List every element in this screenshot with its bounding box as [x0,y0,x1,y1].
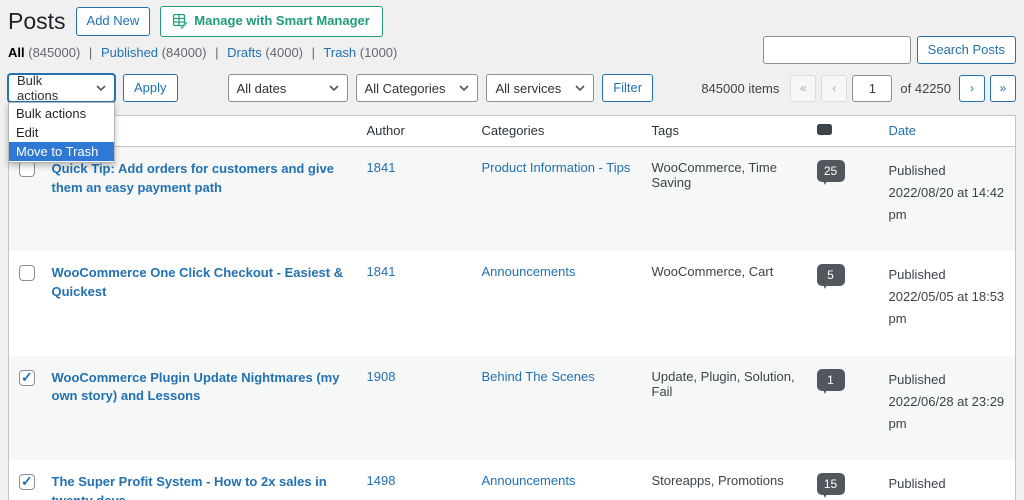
bulk-actions-select[interactable]: Bulk actions Bulk actions Edit Move to T… [8,73,115,163]
post-date: 2022/08/20 at 14:42 pm [888,185,1005,223]
row-checkbox[interactable] [19,265,35,282]
post-status: Published [888,371,946,387]
table-row: WooCommerce Plugin Update Nightmares (my… [8,355,1016,460]
next-page-button[interactable]: › [959,74,985,102]
post-status: Published [888,163,946,178]
post-author-link[interactable]: 1841 [367,264,396,279]
chevron-down-icon [575,85,585,91]
post-date: 2022/05/05 at 18:53 pm [888,289,1005,327]
view-filter-trash[interactable]: Trash (1000) [323,45,397,60]
post-status: Published [888,267,946,283]
column-header-categories: Categories [471,115,642,147]
bulk-actions-dropdown: Bulk actions Edit Move to Trash [8,102,115,163]
comment-count-badge[interactable]: 15 [816,472,845,498]
post-tags: WooCommerce, Cart [651,264,774,280]
posts-admin-page: Posts Add New Manage with Smart Manager … [0,0,1024,500]
table-row: WooCommerce One Click Checkout - Easiest… [9,251,1016,355]
bulk-actions-selected-value: Bulk actions [17,73,59,103]
post-categories-link[interactable]: Announcements [482,473,576,488]
dropdown-option-edit[interactable]: Edit [9,123,114,142]
categories-filter-value: All Categories [364,80,446,96]
table-row: Quick Tip: Add orders for customers and … [8,146,1016,252]
items-count: 845000 items [701,80,780,96]
table-row: The Super Profit System - How to 2x sale… [9,460,1016,500]
table-toolbar: Bulk actions Bulk actions Edit Move to T… [8,73,1016,163]
post-categories-link[interactable]: Announcements [482,264,576,279]
column-header-date[interactable]: Date [889,123,916,138]
column-header-tags: Tags [641,115,807,147]
services-filter-select[interactable]: All services [486,74,595,102]
post-title-link[interactable]: Quick Tip: Add orders for customers and … [52,160,347,198]
post-title-link[interactable]: WooCommerce One Click Checkout - Easiest… [52,264,347,302]
search-box: Search Posts [762,36,1016,65]
view-filter-all[interactable]: All (845000) [8,45,84,60]
smart-manager-label: Manage with Smart Manager [194,13,370,29]
comments-column-icon[interactable] [816,124,832,136]
separator: | [311,45,316,60]
separator: | [215,45,219,60]
post-date: 2022/06/28 at 23:29 pm [888,393,1005,431]
post-tags: WooCommerce, Time Saving [651,160,777,190]
dropdown-option-bulk-actions[interactable]: Bulk actions [9,104,114,123]
posts-table: Title Author Categories Tags Date Quick … [8,115,1016,500]
post-title-link[interactable]: The Super Profit System - How to 2x sale… [52,473,347,500]
post-author-link[interactable]: 1841 [367,160,396,175]
post-author-link[interactable]: 1908 [367,369,396,384]
column-header-author: Author [356,115,472,147]
post-tags: Update, Plugin, Solution, Fail [651,368,795,399]
row-checkbox[interactable] [19,369,35,386]
page-title: Posts [8,7,66,34]
post-categories-link[interactable]: Behind The Scenes [482,369,595,384]
posts-table-body: Quick Tip: Add orders for customers and … [8,146,1016,500]
post-title-link[interactable]: WooCommerce Plugin Update Nightmares (my… [52,369,347,407]
pagination: 845000 items « ‹ of 42250 › » [701,74,1016,102]
search-posts-button[interactable]: Search Posts [916,36,1016,65]
posts-table-header: Title Author Categories Tags Date [8,115,1016,147]
search-input[interactable] [762,36,911,65]
chevron-down-icon [459,85,470,91]
post-author-link[interactable]: 1498 [367,473,396,488]
dropdown-option-move-to-trash[interactable]: Move to Trash [9,142,114,161]
dates-filter-select[interactable]: All dates [227,74,348,102]
chevron-down-icon [328,85,339,91]
separator: | [88,45,93,60]
view-filter-drafts[interactable]: Drafts (4000) [227,45,307,60]
row-checkbox[interactable] [19,161,35,177]
post-status: Published [888,475,946,491]
comment-count-badge[interactable]: 25 [816,160,845,185]
row-checkbox[interactable] [19,473,35,490]
comment-count-badge[interactable]: 5 [816,264,845,290]
categories-filter-select[interactable]: All Categories [355,74,479,102]
current-page-input[interactable] [852,74,893,102]
total-pages-label: of 42250 [900,80,951,96]
first-page-button[interactable]: « [790,74,817,102]
last-page-button[interactable]: » [990,74,1016,102]
page-header: Posts Add New Manage with Smart Manager [8,0,1016,37]
view-filter-published[interactable]: Published (84000) [101,45,210,60]
dates-filter-value: All dates [236,80,287,96]
services-filter-value: All services [495,80,562,96]
add-new-button[interactable]: Add New [75,7,151,36]
smart-manager-button[interactable]: Manage with Smart Manager [160,6,383,37]
filter-button[interactable]: Filter [602,73,654,103]
post-categories-link[interactable]: Product Information - Tips [482,160,631,175]
post-tags: Storeapps, Promotions [651,472,784,488]
smart-manager-grid-icon [173,13,188,29]
prev-page-button[interactable]: ‹ [821,74,848,102]
comment-count-badge[interactable]: 1 [816,368,845,394]
apply-button[interactable]: Apply [123,73,178,103]
chevron-down-icon [96,85,106,91]
